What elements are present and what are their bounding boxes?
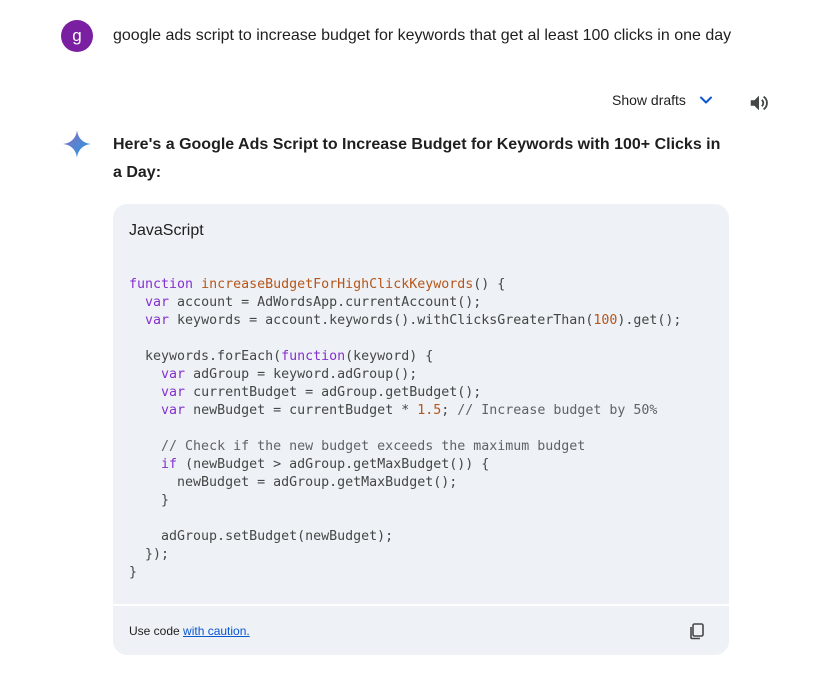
code-token: (keyword) { [345, 349, 434, 364]
code-token: account = AdWordsApp.currentAccount(); [177, 295, 482, 310]
code-content: function increaseBudgetForHighClickKeywo… [129, 276, 681, 582]
code-line: var keywords = account.keywords().withCl… [129, 312, 681, 330]
code-line: } [129, 492, 681, 510]
code-token: currentBudget = adGroup.getBudget(); [193, 385, 482, 400]
copy-icon[interactable] [687, 621, 707, 641]
gemini-sparkle-icon [63, 130, 91, 158]
code-token: var [161, 367, 194, 382]
code-token: (newBudget > adGroup.getMaxBudget()) { [185, 457, 490, 472]
code-token: } [129, 493, 170, 508]
code-token: 100 [593, 313, 618, 328]
show-drafts-button[interactable]: Show drafts [612, 92, 714, 108]
code-token: }); [129, 547, 170, 562]
code-line: var newBudget = currentBudget * 1.5; // … [129, 402, 681, 420]
code-token: () { [473, 277, 506, 292]
code-line: var adGroup = keyword.adGroup(); [129, 366, 681, 384]
code-line: }); [129, 546, 681, 564]
user-prompt-text: google ads script to increase budget for… [113, 27, 732, 44]
code-token: ).get(); [617, 313, 682, 328]
code-token: var [145, 295, 178, 310]
user-avatar: g [61, 20, 93, 52]
code-line: if (newBudget > adGroup.getMaxBudget()) … [129, 456, 681, 474]
code-token: // Check if the new budget exceeds the m… [161, 439, 586, 454]
code-token: var [161, 385, 194, 400]
code-line: var account = AdWordsApp.currentAccount(… [129, 294, 681, 312]
code-language-label: JavaScript [129, 222, 204, 239]
response-heading: Here's a Google Ads Script to Increase B… [113, 136, 721, 181]
code-footer: Use code with caution. [113, 604, 729, 655]
code-token: keywords.forEach( [129, 349, 282, 364]
code-line: function increaseBudgetForHighClickKeywo… [129, 276, 681, 294]
code-token: increaseBudgetForHighClickKeywords [201, 277, 474, 292]
code-line: keywords.forEach(function(keyword) { [129, 348, 681, 366]
code-line: var currentBudget = adGroup.getBudget(); [129, 384, 681, 402]
code-token: ; [441, 403, 458, 418]
use-code-notice: Use code with caution. [129, 624, 250, 638]
code-token: adGroup.setBudget(newBudget); [129, 529, 394, 544]
code-token: function [129, 277, 202, 292]
speaker-icon[interactable] [748, 92, 770, 114]
code-token: if [161, 457, 186, 472]
use-code-prefix: Use code [129, 624, 184, 638]
code-token: var [145, 313, 178, 328]
code-token: } [129, 565, 138, 580]
code-line: newBudget = adGroup.getMaxBudget(); [129, 474, 681, 492]
code-token: adGroup = keyword.adGroup(); [193, 367, 418, 382]
code-token: 1.5 [417, 403, 442, 418]
code-token: keywords = account.keywords().withClicks… [177, 313, 594, 328]
code-token: newBudget = adGroup.getMaxBudget(); [129, 475, 458, 490]
code-line: // Check if the new budget exceeds the m… [129, 438, 681, 456]
code-token: var [161, 403, 194, 418]
code-token: newBudget = currentBudget * [193, 403, 418, 418]
code-block: JavaScript function increaseBudgetForHig… [113, 204, 729, 655]
show-drafts-label: Show drafts [612, 92, 686, 108]
caution-link[interactable]: with caution. [183, 624, 250, 638]
chevron-down-icon [699, 96, 712, 104]
code-token: // Increase budget by 50% [457, 403, 658, 418]
code-line: } [129, 564, 681, 582]
code-line: adGroup.setBudget(newBudget); [129, 528, 681, 546]
code-token: function [281, 349, 346, 364]
